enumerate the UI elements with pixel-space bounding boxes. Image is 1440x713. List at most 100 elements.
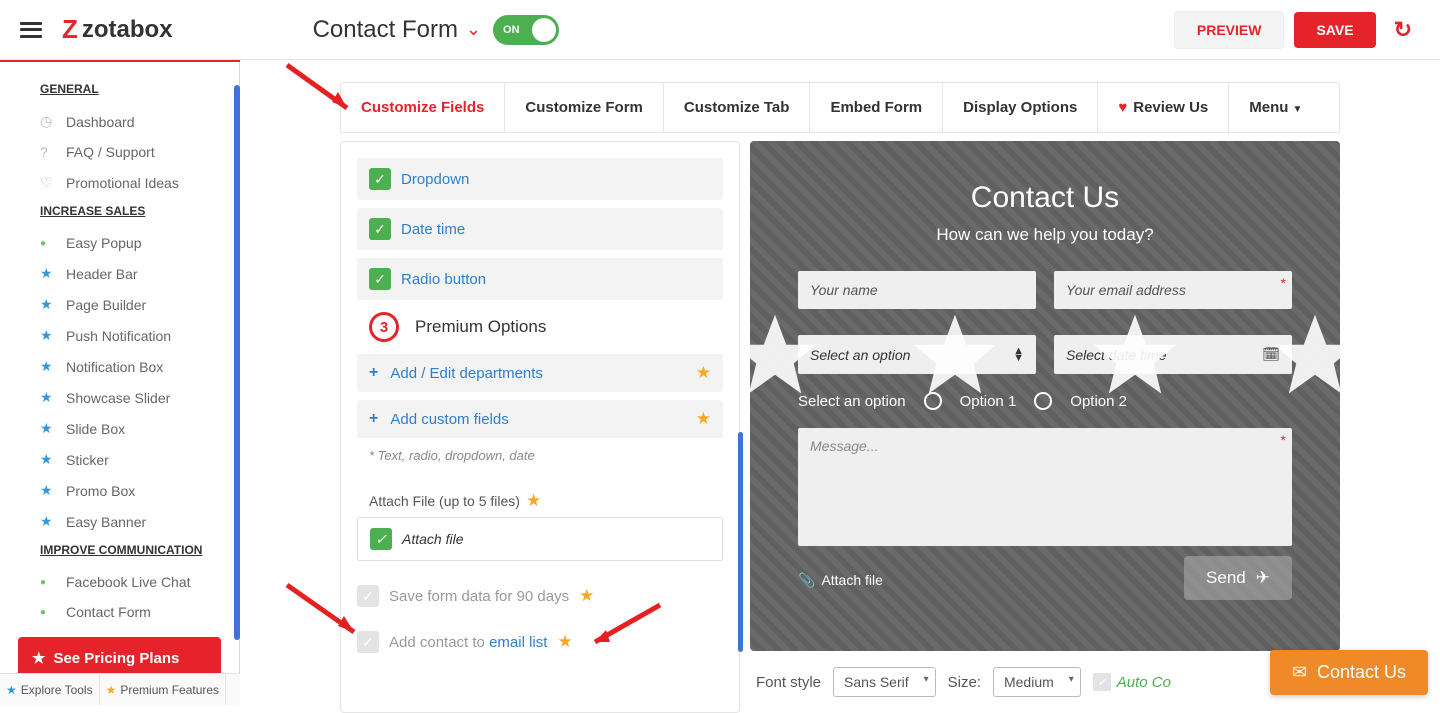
- caret-down-icon: ▾: [924, 674, 929, 685]
- star-icon: ★: [40, 420, 56, 437]
- size-select[interactable]: Medium▾: [993, 667, 1081, 697]
- caret-up-down-icon: ▾: [1069, 674, 1074, 685]
- radio-group: Select an option Option 1 Option 2: [798, 392, 1292, 410]
- panel-scrollbar[interactable]: [738, 432, 743, 652]
- hamburger-icon[interactable]: [20, 22, 42, 38]
- tab-display-options[interactable]: Display Options: [943, 83, 1098, 132]
- section-comm: IMPROVE COMMUNICATION: [0, 537, 239, 567]
- auto-close-option[interactable]: ✓Auto Co: [1093, 673, 1171, 691]
- nav-promo-ideas[interactable]: ♡Promotional Ideas: [0, 167, 239, 198]
- star-icon: ★: [557, 632, 572, 652]
- reload-icon[interactable]: ↻: [1386, 13, 1420, 47]
- star-icon: ★: [40, 296, 56, 313]
- add-to-email-list[interactable]: ✓Add contact to email list★: [357, 631, 723, 653]
- field-radio[interactable]: ✓Radio button: [357, 258, 723, 300]
- nav-dashboard[interactable]: ◷Dashboard: [0, 106, 239, 137]
- nav-slide-box[interactable]: ★Slide Box: [0, 413, 239, 444]
- send-button[interactable]: Send✈: [1184, 556, 1292, 600]
- star-icon: ★: [32, 649, 45, 667]
- premium-features[interactable]: ★Premium Features: [100, 674, 226, 705]
- section-sales: INCREASE SALES: [0, 198, 239, 228]
- contact-us-widget[interactable]: ✉Contact Us: [1270, 650, 1428, 695]
- question-icon: ?: [40, 144, 56, 160]
- field-datetime[interactable]: ✓Date time: [357, 208, 723, 250]
- add-custom-fields[interactable]: +Add custom fields★: [357, 400, 723, 438]
- nav-push-notification[interactable]: ★Push Notification: [0, 320, 239, 351]
- star-icon: ★: [40, 451, 56, 468]
- tab-customize-form[interactable]: Customize Form: [505, 83, 664, 132]
- nav-header-bar[interactable]: ★Header Bar: [0, 258, 239, 289]
- nav-easy-banner[interactable]: ★Easy Banner: [0, 506, 239, 537]
- tab-embed-form[interactable]: Embed Form: [810, 83, 943, 132]
- paper-plane-icon: ✈: [1256, 568, 1270, 588]
- bottom-tools: ★Explore Tools ★Premium Features: [0, 673, 240, 705]
- email-input[interactable]: Your email address: [1054, 271, 1292, 309]
- plus-icon: +: [369, 364, 378, 382]
- nav-sticker[interactable]: ★Sticker: [0, 444, 239, 475]
- attach-file-link[interactable]: 📎Attach file: [798, 572, 883, 589]
- nav-showcase-slider[interactable]: ★Showcase Slider: [0, 382, 239, 413]
- caret-down-icon: ▼: [1292, 104, 1302, 115]
- badge-count: 3: [369, 312, 399, 342]
- chevron-up-down-icon: ▲▼: [1013, 348, 1024, 362]
- tab-customize-fields[interactable]: Customize Fields: [341, 82, 505, 132]
- star-icon: ★: [40, 327, 56, 344]
- radio-option-2[interactable]: [1034, 392, 1052, 410]
- bulb-icon: ♡: [40, 174, 56, 191]
- checkbox-unchecked-icon: ✓: [357, 585, 379, 607]
- premium-options-header: 3Premium Options: [357, 308, 723, 346]
- star-icon: ★: [40, 265, 56, 282]
- radio-label: Select an option: [798, 393, 906, 410]
- tab-review-us[interactable]: ♥Review Us: [1098, 83, 1229, 132]
- star-icon: ★: [696, 409, 711, 429]
- on-toggle[interactable]: ON: [493, 15, 559, 45]
- checkbox-unchecked-icon: ✓: [357, 631, 379, 653]
- font-style-select[interactable]: Sans Serif▾: [833, 667, 936, 697]
- logo-z-icon: Z: [62, 14, 78, 45]
- dot-icon: ●: [40, 607, 56, 618]
- plus-icon: +: [369, 410, 378, 428]
- preview-subtitle: How can we help you today?: [798, 225, 1292, 245]
- tabs: Customize Fields Customize Form Customiz…: [340, 82, 1340, 133]
- radio-option-1[interactable]: [924, 392, 942, 410]
- nav-page-builder[interactable]: ★Page Builder: [0, 289, 239, 320]
- check-icon: ✓: [369, 268, 391, 290]
- email-list-link[interactable]: email list: [489, 634, 547, 651]
- sidebar: GENERAL ◷Dashboard ?FAQ / Support ♡Promo…: [0, 62, 240, 705]
- logo[interactable]: Zzotabox: [62, 14, 173, 45]
- tab-menu[interactable]: Menu▼: [1229, 83, 1322, 132]
- nav-promo-box[interactable]: ★Promo Box: [0, 475, 239, 506]
- add-departments[interactable]: +Add / Edit departments★: [357, 354, 723, 392]
- checkbox-icon: ✓: [1093, 673, 1111, 691]
- heart-icon: ♥: [1118, 99, 1127, 116]
- preview-column: Contact Us How can we help you today? Yo…: [750, 141, 1340, 713]
- message-input[interactable]: Message...: [798, 428, 1292, 546]
- datetime-select[interactable]: Select date time🗓: [1054, 335, 1292, 374]
- page-title: Contact Form ⌄ ON: [313, 15, 559, 45]
- explore-tools[interactable]: ★Explore Tools: [0, 674, 100, 705]
- name-input[interactable]: Your name: [798, 271, 1036, 309]
- section-general: GENERAL: [0, 76, 239, 106]
- save-button[interactable]: SAVE: [1294, 12, 1375, 48]
- envelope-icon: ✉: [1292, 662, 1307, 683]
- nav-fb-live-chat[interactable]: ●Facebook Live Chat: [0, 567, 239, 597]
- header: Zzotabox Contact Form ⌄ ON PREVIEW SAVE …: [0, 0, 1440, 60]
- preview-footer: Font style Sans Serif▾ Size: Medium▾ ✓Au…: [750, 651, 1340, 713]
- star-icon: ★: [40, 389, 56, 406]
- nav-contact-form[interactable]: ●Contact Form: [0, 597, 239, 627]
- preview-button[interactable]: PREVIEW: [1174, 11, 1285, 49]
- check-icon: ✓: [370, 528, 392, 550]
- paperclip-icon: 📎: [798, 572, 815, 589]
- nav-notification-box[interactable]: ★Notification Box: [0, 351, 239, 382]
- field-dropdown[interactable]: ✓Dropdown: [357, 158, 723, 200]
- check-icon: ✓: [369, 218, 391, 240]
- attach-file-toggle[interactable]: ✓Attach file: [357, 517, 723, 561]
- option-select[interactable]: Select an option▲▼: [798, 335, 1036, 374]
- font-style-label: Font style: [756, 674, 821, 691]
- tab-customize-tab[interactable]: Customize Tab: [664, 83, 811, 132]
- nav-faq[interactable]: ?FAQ / Support: [0, 137, 239, 167]
- chevron-down-icon[interactable]: ⌄: [466, 19, 481, 40]
- save-90-days[interactable]: ✓Save form data for 90 days★: [357, 585, 723, 607]
- main: Customize Fields Customize Form Customiz…: [240, 62, 1440, 705]
- nav-easy-popup[interactable]: ●Easy Popup: [0, 228, 239, 258]
